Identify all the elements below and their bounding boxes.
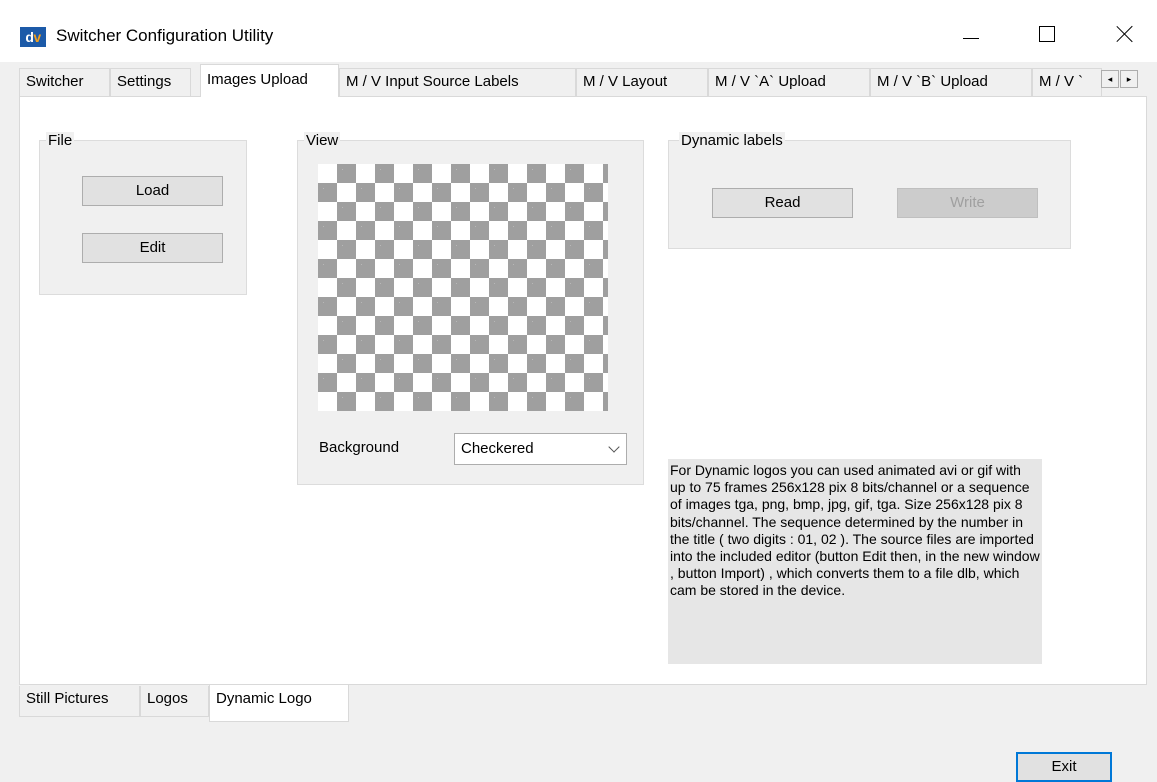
minimize-button[interactable] — [948, 14, 994, 54]
minimize-icon — [963, 37, 979, 39]
window-title: Switcher Configuration Utility — [56, 26, 274, 45]
tab-switcher[interactable]: Switcher — [19, 68, 110, 96]
edit-button[interactable]: Edit — [82, 233, 223, 263]
tab-mv-layout[interactable]: M / V Layout — [576, 68, 708, 96]
close-button[interactable] — [1102, 14, 1148, 54]
write-button[interactable]: Write — [897, 188, 1038, 218]
file-group: File Load Edit — [39, 132, 247, 295]
tab-scroll-left-icon[interactable]: ◂ — [1101, 70, 1119, 88]
tab-mv-b-upload[interactable]: M / V `B` Upload — [870, 68, 1032, 96]
main-tab-strip: Switcher Settings Images Upload M / V In… — [19, 64, 1147, 97]
tab-settings[interactable]: Settings — [110, 68, 191, 96]
tab-dynamic-logo[interactable]: Dynamic Logo — [209, 685, 349, 722]
tab-images-upload[interactable]: Images Upload — [200, 64, 339, 97]
tab-logos[interactable]: Logos — [140, 686, 209, 717]
tab-mv-overflow[interactable]: M / V ` — [1032, 68, 1102, 96]
tab-dynamic-logo-label: Dynamic Logo — [216, 690, 312, 707]
dynamic-logo-info-text: For Dynamic logos you can used animated … — [668, 459, 1042, 664]
chevron-down-icon — [608, 441, 620, 453]
close-icon — [1116, 25, 1134, 43]
view-group-title: View — [304, 132, 341, 149]
file-group-title: File — [46, 132, 75, 149]
image-preview — [318, 164, 608, 411]
maximize-icon — [1039, 26, 1055, 42]
view-group: View Background Checkered — [297, 132, 644, 485]
title-bar: dv Switcher Configuration Utility — [0, 0, 1157, 62]
load-button[interactable]: Load — [82, 176, 223, 206]
tab-scroll-right-icon[interactable]: ▸ — [1120, 70, 1138, 88]
app-logo-icon: dv — [20, 27, 46, 47]
background-label: Background — [319, 439, 400, 456]
images-upload-panel: File Load Edit View Background Checkered… — [19, 96, 1147, 685]
background-select[interactable]: Checkered — [454, 433, 627, 465]
exit-button[interactable]: Exit — [1016, 752, 1112, 782]
tab-mv-a-upload[interactable]: M / V `A` Upload — [708, 68, 870, 96]
maximize-button[interactable] — [1024, 14, 1070, 54]
tab-still-pictures[interactable]: Still Pictures — [19, 686, 140, 717]
dynamic-labels-group: Dynamic labels Read Write — [668, 132, 1071, 249]
dynamic-labels-group-title: Dynamic labels — [679, 132, 785, 149]
tab-mv-input-source-labels[interactable]: M / V Input Source Labels — [339, 68, 576, 96]
read-button[interactable]: Read — [712, 188, 853, 218]
background-select-value: Checkered — [461, 440, 534, 457]
